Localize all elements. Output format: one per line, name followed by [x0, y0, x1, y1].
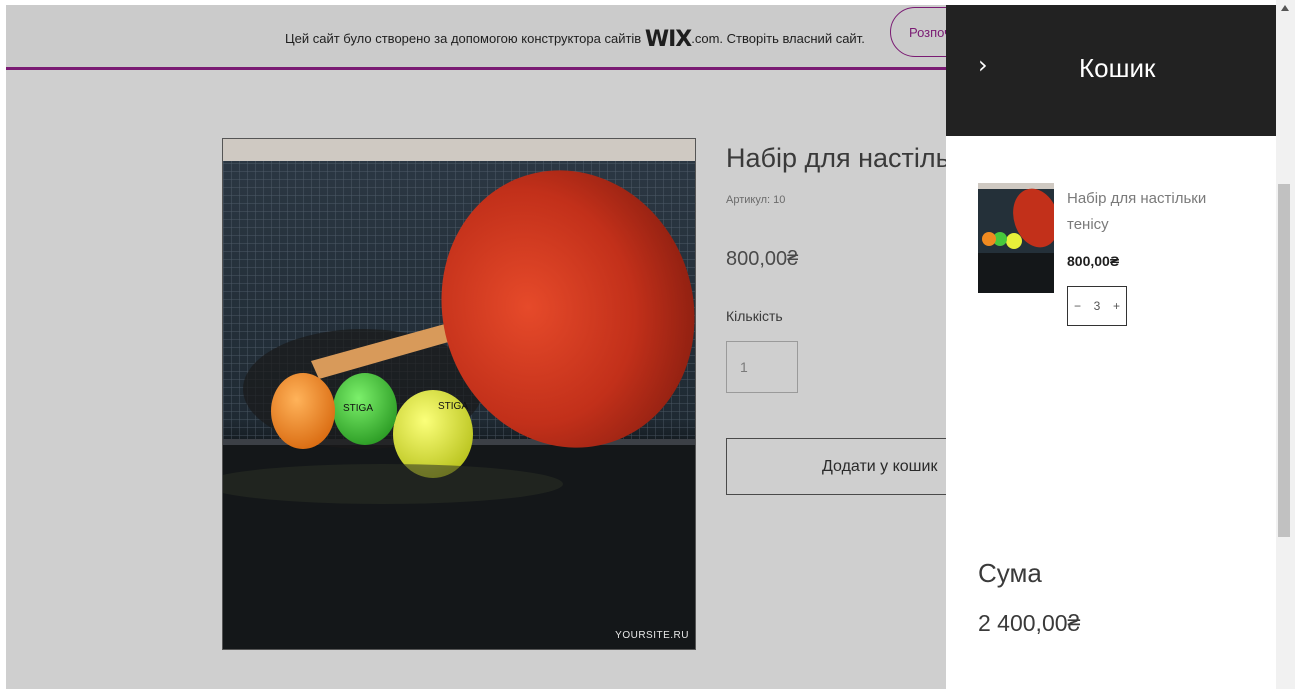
chevron-right-icon[interactable]: › [978, 51, 988, 79]
cart-item-photo [978, 183, 1054, 293]
cart-panel: › Кошик Набір для настільки тенісу 800,0… [946, 5, 1276, 689]
cart-item-quantity[interactable]: 3 [1094, 299, 1101, 313]
page-scrollbar[interactable] [1276, 0, 1295, 689]
wix-banner: Цей сайт було створено за допомогою конс… [6, 5, 946, 70]
banner-text-end: .com. Створіть власний сайт. [691, 31, 865, 46]
banner-start-button[interactable]: Розпочати [890, 7, 946, 57]
product-title: Набір для настільного тенісу [726, 143, 946, 173]
product-price: 800,00₴ [726, 248, 799, 270]
svg-text:STIGA: STIGA [438, 401, 468, 412]
quantity-stepper: − 3 + [1067, 286, 1127, 326]
wix-logo[interactable]: WIX [645, 27, 692, 52]
cart-item-price: 800,00₴ [1067, 253, 1120, 269]
subtotal-label: Сума [978, 558, 1042, 588]
scroll-up-arrow-icon[interactable] [1281, 5, 1289, 11]
banner-text: Цей сайт було створено за допомогою конс… [285, 27, 865, 52]
add-to-cart-button[interactable]: Додати у кошик [726, 438, 946, 495]
svg-text:STIGA: STIGA [343, 403, 373, 414]
quantity-input[interactable] [726, 341, 798, 393]
increment-button[interactable]: + [1113, 299, 1120, 313]
cart-title: Кошик [1079, 53, 1156, 83]
scrollbar-thumb[interactable] [1278, 184, 1290, 537]
banner-text-start: Цей сайт було створено за допомогою конс… [285, 31, 645, 46]
product-photo: STIGA STIGA [223, 139, 695, 649]
decrement-button[interactable]: − [1074, 299, 1081, 313]
image-watermark: YOURSITE.RU [615, 630, 689, 641]
quantity-label: Кількість [726, 308, 783, 324]
cart-item-thumbnail[interactable] [978, 183, 1054, 293]
product-image[interactable]: STIGA STIGA YOURSITE.RU [222, 138, 696, 650]
subtotal-value: 2 400,00₴ [978, 610, 1081, 636]
product-sku: Артикул: 10 [726, 194, 786, 206]
cart-item-name[interactable]: Набір для настільки тенісу [1067, 186, 1237, 238]
cart-header: › Кошик [946, 5, 1276, 136]
product-page: Цей сайт було створено за допомогою конс… [6, 5, 946, 689]
